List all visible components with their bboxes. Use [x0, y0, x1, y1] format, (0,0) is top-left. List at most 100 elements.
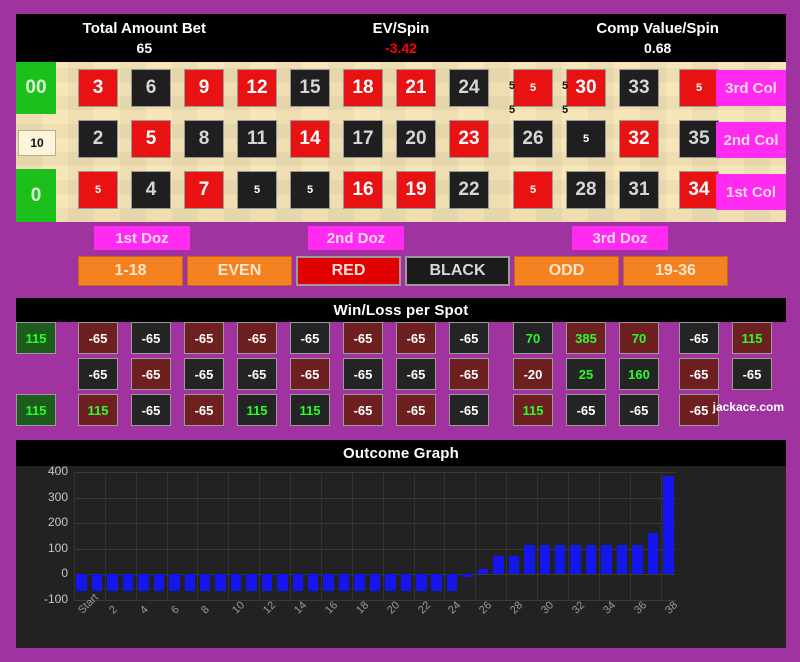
- chip-split-bet[interactable]: 5: [556, 78, 574, 94]
- chip-split-bet[interactable]: 5: [503, 102, 521, 118]
- bet-cell-14[interactable]: 14: [290, 120, 330, 158]
- bet-cell-5[interactable]: 5: [131, 120, 171, 158]
- chip-split-bet[interactable]: 5: [556, 102, 574, 118]
- x-gridline: [197, 472, 199, 600]
- outside-bet-red[interactable]: RED: [296, 256, 401, 286]
- column-bet-1st-col[interactable]: 1st Col: [716, 174, 786, 210]
- outcome-bar: [215, 574, 226, 592]
- roulette-betting-board[interactable]: 00 0 10 3 6 9 12 15 18 21 24 5 30 33 5 2 5 8 11 14 17 20 23…: [16, 62, 786, 222]
- bet-cell-3[interactable]: 3: [78, 69, 118, 107]
- outcome-bar: [246, 574, 257, 592]
- chip-split-0-00[interactable]: 10: [18, 130, 56, 156]
- outcome-bar: [199, 574, 211, 592]
- bet-cell-26[interactable]: 26: [513, 120, 553, 158]
- chip-on-36[interactable]: 5: [680, 69, 718, 107]
- bet-cell-32[interactable]: 32: [619, 120, 659, 158]
- winloss-cell-0: 115: [16, 394, 56, 426]
- outcome-graph-title: Outcome Graph: [343, 444, 459, 462]
- winloss-value: -65: [194, 402, 214, 418]
- winloss-value: 70: [525, 330, 541, 346]
- chip-on-25[interactable]: 5: [514, 171, 552, 209]
- summary-metric-label: Comp Value/Spin: [596, 19, 719, 37]
- bet-cell-2[interactable]: 2: [78, 120, 118, 158]
- winloss-cell: 115: [732, 322, 772, 354]
- summary-metric: Comp Value/Spin 0.68: [529, 14, 786, 62]
- bet-cell-17[interactable]: 17: [343, 120, 383, 158]
- outcome-bar: [138, 574, 149, 592]
- x-tick-label: 26: [477, 599, 495, 617]
- bet-cell-11[interactable]: 11: [237, 120, 277, 158]
- outside-bet-odd[interactable]: ODD: [514, 256, 619, 286]
- winloss-cell: 115: [78, 394, 118, 426]
- x-gridline: [320, 472, 322, 600]
- bet-cell-25[interactable]: 5: [513, 171, 553, 209]
- winloss-grid: 115 115 -65 -65 -65 -65 -65 -65 -65 -65 70 385 70 -…: [16, 322, 786, 432]
- bet-cell-29[interactable]: 5: [566, 120, 606, 158]
- bet-cell-21[interactable]: 21: [396, 69, 436, 107]
- bet-cell-20[interactable]: 20: [396, 120, 436, 158]
- winloss-value: 115: [522, 402, 544, 418]
- bet-cell-22[interactable]: 22: [449, 171, 489, 209]
- bet-cell-31[interactable]: 31: [619, 171, 659, 209]
- bet-cell-number: 19: [405, 179, 427, 200]
- chip-on-13[interactable]: 5: [291, 171, 329, 209]
- bet-cell-35[interactable]: 35: [679, 120, 719, 158]
- bet-cell-24[interactable]: 24: [449, 69, 489, 107]
- column-bet-2nd-col[interactable]: 2nd Col: [716, 122, 786, 158]
- bet-cell-number: 24: [458, 77, 480, 98]
- bet-cell-23[interactable]: 23: [449, 120, 489, 158]
- winloss-value: -65: [689, 402, 709, 418]
- chip-split-bet[interactable]: 5: [503, 78, 521, 94]
- bet-cell-13[interactable]: 5: [290, 171, 330, 209]
- bet-cell-7[interactable]: 7: [184, 171, 224, 209]
- bet-cell-28[interactable]: 28: [566, 171, 606, 209]
- bet-cell-8[interactable]: 8: [184, 120, 224, 158]
- outcome-bar: [493, 556, 504, 575]
- bet-cell-4[interactable]: 4: [131, 171, 171, 209]
- y-tick-label: 300: [47, 489, 68, 504]
- bet-cell-number: 4: [145, 179, 157, 200]
- column-bet-3rd-col[interactable]: 3rd Col: [716, 70, 786, 106]
- x-tick-label: 16: [322, 599, 341, 617]
- bet-cell-6[interactable]: 6: [131, 69, 171, 107]
- outside-bet-19-36[interactable]: 19-36: [623, 256, 728, 286]
- dozen-bet-3[interactable]: 3rd Doz: [572, 226, 668, 250]
- outcome-bar: [122, 574, 134, 592]
- winloss-value: 115: [25, 330, 47, 346]
- bet-cell-9[interactable]: 9: [184, 69, 224, 107]
- winloss-cell: -65: [78, 322, 118, 354]
- dozen-bet-1[interactable]: 1st Doz: [94, 226, 190, 250]
- winloss-cell: -65: [449, 394, 489, 426]
- bet-cell-10[interactable]: 5: [237, 171, 277, 209]
- bet-cell-1[interactable]: 5: [78, 171, 118, 209]
- chip-on-10[interactable]: 5: [238, 171, 276, 209]
- summary-metric-label: EV/Spin: [372, 19, 430, 37]
- bet-cell-33[interactable]: 33: [619, 69, 659, 107]
- chip-on-1[interactable]: 5: [79, 171, 117, 209]
- bet-cell-00[interactable]: 00: [16, 62, 56, 114]
- bet-cell-number: 11: [246, 128, 268, 149]
- bet-cell-34[interactable]: 34: [679, 171, 719, 209]
- outside-bet-1-18[interactable]: 1-18: [78, 256, 183, 286]
- outside-bet-black[interactable]: BLACK: [405, 256, 510, 286]
- x-tick-label: 4: [137, 603, 151, 617]
- bet-cell-15[interactable]: 15: [290, 69, 330, 107]
- outside-bets-area[interactable]: 1st Doz 2nd Doz 3rd Doz 1-18 EVEN RED BLACK OD…: [16, 222, 786, 292]
- bet-cell-0[interactable]: 0: [16, 169, 56, 222]
- outside-bet-even[interactable]: EVEN: [187, 256, 292, 286]
- winloss-cell: -65: [237, 322, 277, 354]
- winloss-value: 385: [575, 330, 597, 346]
- outcome-bar: [663, 475, 674, 575]
- bet-cell-12[interactable]: 12: [237, 69, 277, 107]
- bet-cell-19[interactable]: 19: [396, 171, 436, 209]
- winloss-cell: 70: [619, 322, 659, 354]
- bet-cell-36[interactable]: 5: [679, 69, 719, 107]
- outcome-bar: [416, 574, 427, 592]
- bet-cell-16[interactable]: 16: [343, 171, 383, 209]
- x-gridline: [382, 472, 384, 600]
- winloss-cell: 115: [237, 394, 277, 426]
- chip-on-29[interactable]: 5: [567, 120, 605, 158]
- dozen-bet-2[interactable]: 2nd Doz: [308, 226, 404, 250]
- bet-cell-18[interactable]: 18: [343, 69, 383, 107]
- x-gridline: [228, 472, 230, 600]
